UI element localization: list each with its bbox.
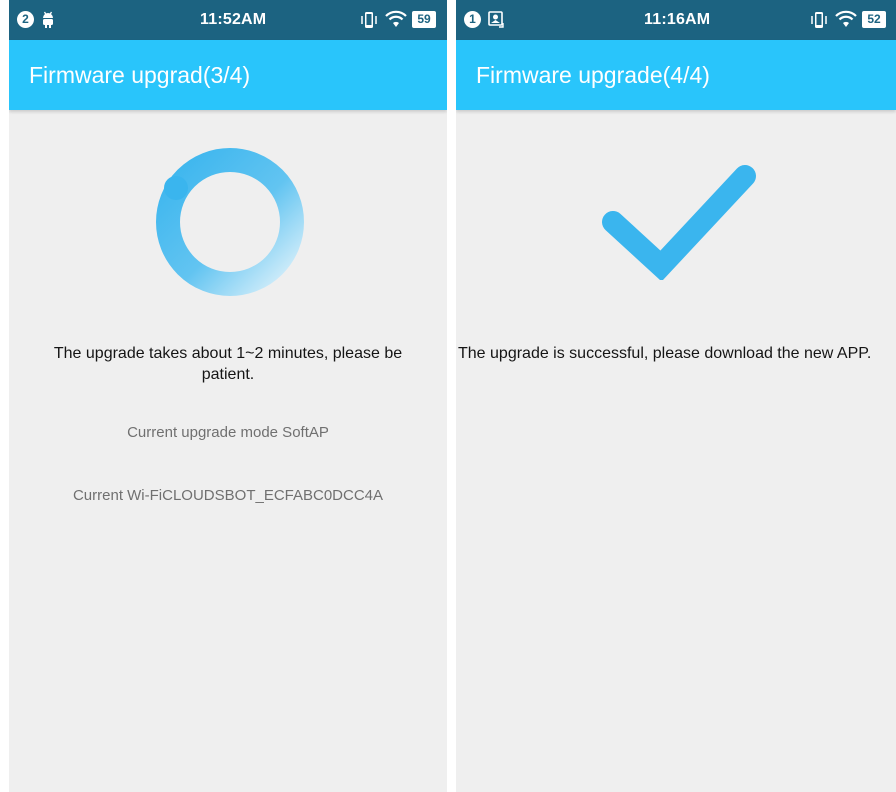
notification-count-badge: 1 [464,11,481,28]
wifi-icon [835,10,857,27]
upgrade-success-screen: 1 11:16AM 52 Firmware upgrade(4/4) The u… [456,0,896,792]
status-time: 11:16AM [644,11,711,28]
checkmark-icon [602,165,756,280]
notification-count-badge: 2 [17,11,34,28]
upgrade-mode-text: Current upgrade mode SoftAP [127,424,329,441]
upgrade-progress-screen: 2 11:52AM 59 Firmware upgrad(3/4) The up… [9,0,447,792]
app-bar: Firmware upgrad(3/4) [9,40,447,110]
android-icon [43,11,53,28]
status-bar: 2 11:52AM 59 [9,0,447,40]
battery-icon: 59 [412,11,436,28]
vibrate-icon [811,12,827,28]
battery-icon: 52 [862,11,886,28]
upgrade-success-message: The upgrade is successful, please downlo… [458,345,872,362]
app-bar: Firmware upgrade(4/4) [456,40,896,110]
wifi-icon [385,10,407,27]
current-wifi-text: Current Wi-FiCLOUDSBOT_ECFABC0DCC4A [72,487,384,504]
screenshot-icon [488,11,504,28]
page-title: Firmware upgrade(4/4) [476,62,710,88]
vibrate-icon [361,12,377,28]
page-title: Firmware upgrad(3/4) [29,62,251,88]
status-time: 11:52AM [200,11,267,28]
status-bar: 1 11:16AM 52 [456,0,896,40]
loading-spinner-icon [156,148,304,296]
upgrade-wait-message: The upgrade takes about 1~2 minutes, ple… [53,345,403,383]
